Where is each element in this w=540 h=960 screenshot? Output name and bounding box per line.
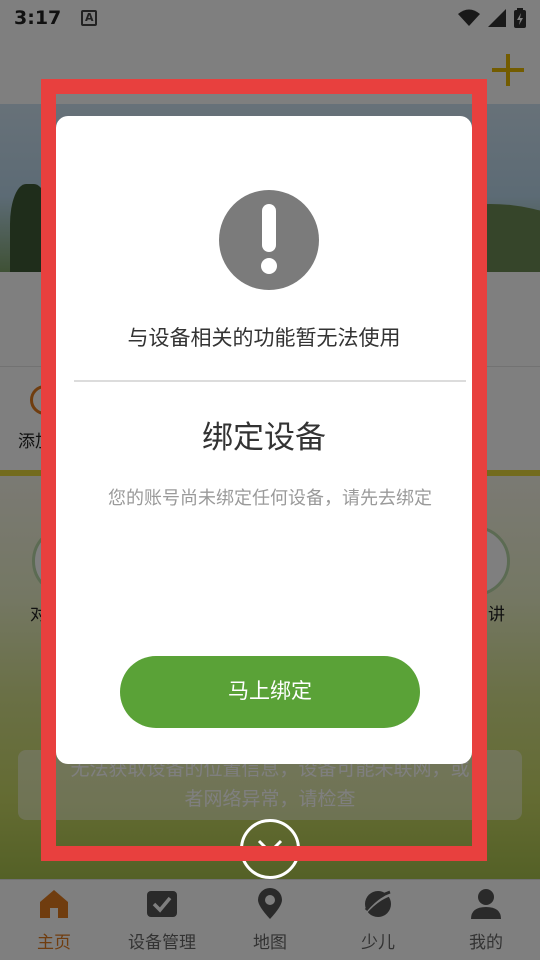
bind-device-dialog: 与设备相关的功能暂无法使用 绑定设备 您的账号尚未绑定任何设备，请先去绑定 马上… (56, 116, 472, 764)
alert-icon (219, 190, 319, 290)
bind-now-button[interactable]: 马上绑定 (120, 656, 420, 728)
dialog-title: 绑定设备 (202, 420, 326, 456)
close-icon (257, 839, 283, 862)
dialog-message: 您的账号尚未绑定任何设备，请先去绑定 (108, 488, 432, 509)
dialog-divider (74, 380, 466, 382)
dialog-close-button[interactable] (240, 819, 300, 879)
dialog-subtitle: 与设备相关的功能暂无法使用 (127, 326, 401, 350)
